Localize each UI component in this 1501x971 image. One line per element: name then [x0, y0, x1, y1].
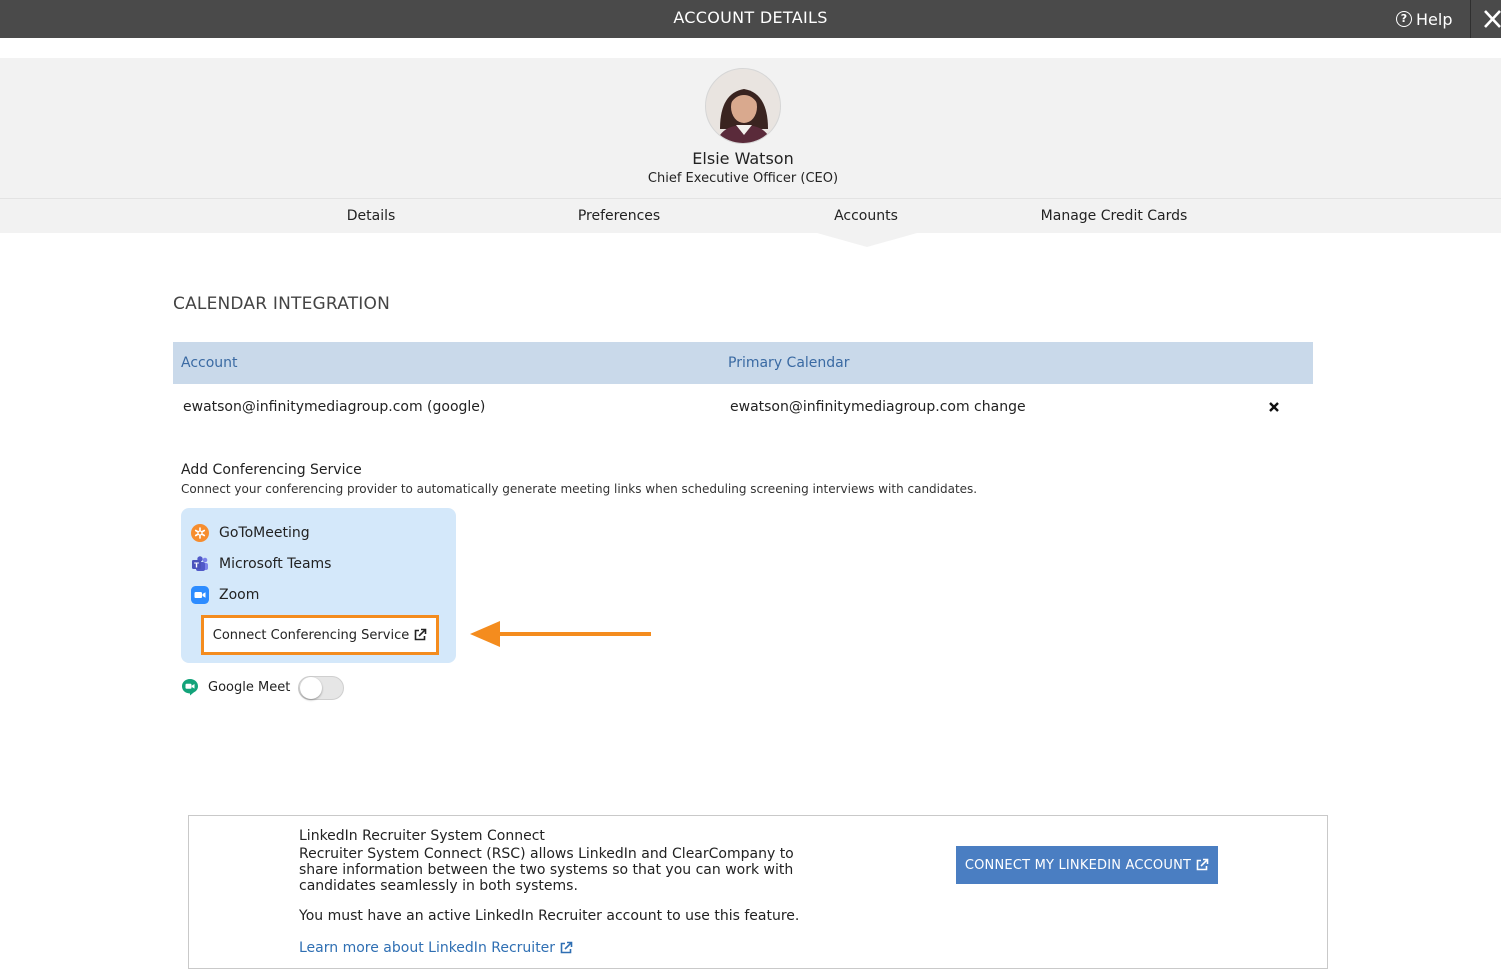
toggle-knob — [300, 677, 322, 699]
provider-label: Microsoft Teams — [219, 556, 332, 572]
tab-manage-credit-cards[interactable]: Manage Credit Cards — [1041, 199, 1188, 234]
help-label: Help — [1416, 9, 1453, 29]
annotation-arrow-icon — [470, 621, 651, 647]
google-meet-toggle[interactable] — [298, 676, 344, 700]
tab-bar: Details Preferences Accounts Manage Cred… — [0, 198, 1501, 233]
external-link-icon — [1196, 858, 1209, 871]
account-email: ewatson@infinitymediagroup.com (google) — [183, 399, 486, 415]
profile-header: Elsie Watson Chief Executive Officer (CE… — [0, 58, 1501, 198]
remove-account-button[interactable] — [1267, 399, 1281, 413]
connect-linkedin-label: CONNECT MY LINKEDIN ACCOUNT — [964, 857, 1192, 873]
google-meet-label: Google Meet — [208, 679, 291, 695]
avatar-image — [706, 69, 780, 143]
remove-icon — [1269, 402, 1279, 412]
active-tab-indicator — [817, 233, 917, 247]
table-header: Account Primary Calendar — [173, 342, 1313, 384]
provider-label: Zoom — [219, 587, 260, 603]
close-icon — [1484, 10, 1501, 28]
google-meet-icon — [182, 679, 198, 696]
user-name: Elsie Watson — [692, 149, 794, 168]
learn-more-label: Learn more about LinkedIn Recruiter — [299, 940, 556, 956]
gotomeeting-icon — [191, 524, 209, 542]
tab-accounts[interactable]: Accounts — [834, 199, 898, 234]
google-meet-row: Google Meet — [181, 676, 290, 698]
column-header-primary-calendar: Primary Calendar — [728, 355, 850, 371]
learn-more-linkedin-link[interactable]: Learn more about LinkedIn Recruiter — [299, 940, 573, 956]
primary-calendar-value[interactable]: ewatson@infinitymediagroup.com change — [730, 384, 1026, 430]
help-button[interactable]: ? Help — [1396, 0, 1452, 38]
avatar — [705, 68, 781, 144]
close-button[interactable] — [1478, 0, 1501, 38]
linkedin-title: LinkedIn Recruiter System Connect — [299, 828, 545, 844]
conferencing-title: Add Conferencing Service — [181, 462, 362, 478]
provider-gotomeeting: GoToMeeting — [191, 523, 310, 543]
help-icon: ? — [1396, 11, 1412, 27]
connect-conferencing-label: Connect Conferencing Service — [212, 627, 410, 643]
calendar-table: Account Primary Calendar ewatson@infinit… — [173, 342, 1313, 430]
zoom-icon — [191, 586, 209, 604]
conferencing-providers-panel: GoToMeeting T Microsoft Teams Zoom Conne… — [181, 508, 456, 663]
external-link-icon — [560, 941, 573, 954]
title-bar: ACCOUNT DETAILS ? Help — [0, 0, 1501, 38]
linkedin-note: You must have an active LinkedIn Recruit… — [299, 908, 800, 924]
column-header-account: Account — [181, 355, 238, 371]
section-heading: CALENDAR INTEGRATION — [173, 294, 391, 314]
svg-text:T: T — [194, 561, 199, 569]
table-row: ewatson@infinitymediagroup.com (google) … — [173, 384, 1313, 430]
tab-details[interactable]: Details — [347, 199, 396, 234]
provider-microsoft-teams: T Microsoft Teams — [191, 554, 331, 574]
teams-icon: T — [192, 556, 208, 571]
user-job-title: Chief Executive Officer (CEO) — [647, 171, 839, 186]
provider-zoom: Zoom — [191, 585, 259, 605]
connect-conferencing-button[interactable]: Connect Conferencing Service — [201, 615, 439, 655]
provider-label: GoToMeeting — [219, 525, 310, 541]
window-title: ACCOUNT DETAILS — [673, 8, 828, 27]
external-link-icon — [414, 628, 427, 641]
linkedin-rsc-panel: LinkedIn Recruiter System Connect Recrui… — [188, 815, 1328, 969]
conferencing-description: Connect your conferencing provider to au… — [181, 482, 978, 496]
linkedin-description: Recruiter System Connect (RSC) allows Li… — [299, 846, 794, 894]
connect-linkedin-button[interactable]: CONNECT MY LINKEDIN ACCOUNT — [956, 846, 1218, 884]
divider — [1470, 0, 1471, 38]
tab-preferences[interactable]: Preferences — [578, 199, 660, 234]
